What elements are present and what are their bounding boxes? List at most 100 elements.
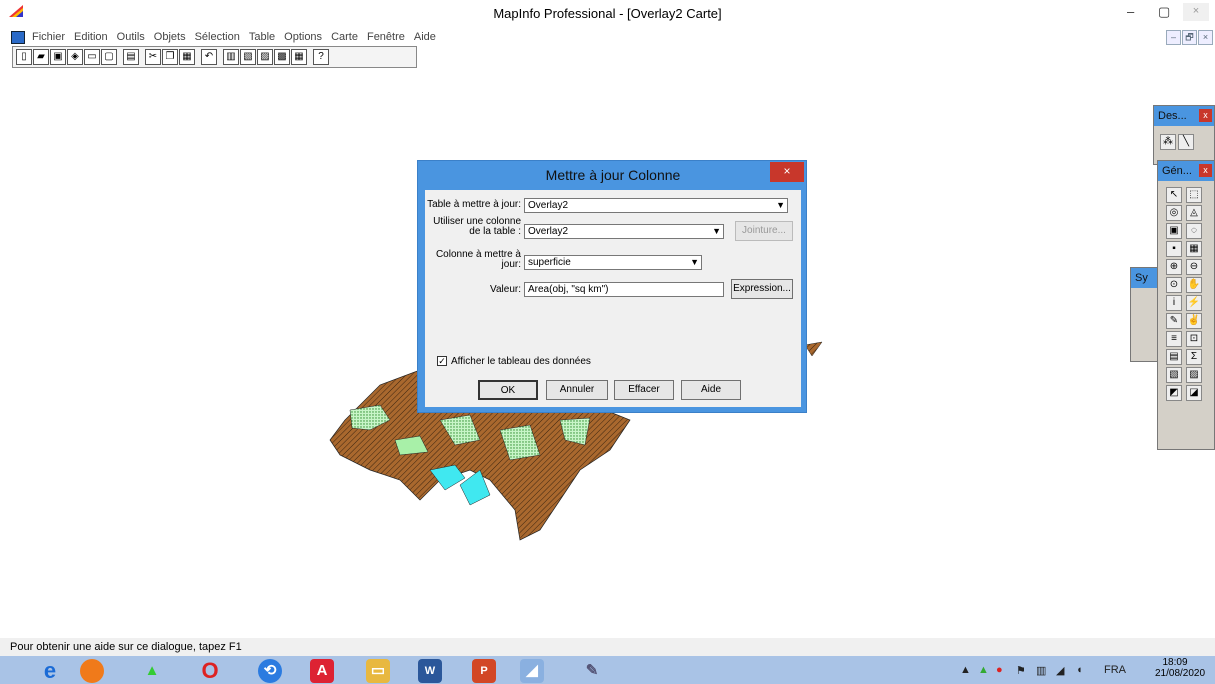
polygon-select-icon[interactable]: ◬	[1186, 205, 1202, 221]
new-grapher-icon[interactable]: ▨	[257, 49, 273, 65]
mdi-close-button[interactable]: ×	[1198, 30, 1213, 45]
help-button[interactable]: Aide	[681, 380, 741, 400]
zoom-in-icon[interactable]: ⊕	[1166, 259, 1182, 275]
print-icon[interactable]: ▤	[123, 49, 139, 65]
change-view-icon[interactable]: ⊙	[1166, 277, 1182, 293]
taskbar: e ▲ O ⟲ A ▭ W P ◢ ✎ ▲ ▲ ● ⚑ ▥ ◢ ◖ FRA 18…	[0, 656, 1215, 684]
menu-edition[interactable]: Edition	[74, 31, 108, 43]
unselect-icon[interactable]: ◌	[1186, 223, 1202, 239]
mdi-restore-button[interactable]: 🗗	[1182, 30, 1197, 45]
new-redistrict-icon[interactable]: ▦	[291, 49, 307, 65]
menu-outils[interactable]: Outils	[117, 31, 145, 43]
menu-carte[interactable]: Carte	[331, 31, 358, 43]
line-tool-icon[interactable]: ╲	[1178, 134, 1194, 150]
radius-select-icon[interactable]: ◎	[1166, 205, 1182, 221]
copy-icon[interactable]: ❐	[162, 49, 178, 65]
zoom-out-icon[interactable]: ⊖	[1186, 259, 1202, 275]
marquee-select-icon[interactable]: ⬚	[1186, 187, 1202, 203]
main-toolbar: ▯ ▰ ▣ ◈ ▭ ▢ ▤ ✂ ❐ ▦ ↶ ▥ ▧ ▨ ▩ ▦ ?	[12, 46, 417, 68]
maximize-button[interactable]: ▢	[1158, 4, 1170, 20]
info-icon[interactable]: i	[1166, 295, 1182, 311]
menu-fenetre[interactable]: Fenêtre	[367, 31, 405, 43]
drag-map-icon[interactable]: ✌	[1186, 313, 1202, 329]
value-input[interactable]: Area(obj, "sq km")	[524, 282, 724, 297]
label-icon[interactable]: ✎	[1166, 313, 1182, 329]
menu-fichier[interactable]: Fichier	[32, 31, 65, 43]
paste-icon[interactable]: ▦	[179, 49, 195, 65]
tray-wifi-icon[interactable]: ◢	[1056, 664, 1064, 677]
word-icon[interactable]: W	[418, 659, 442, 683]
symbol-tool-icon[interactable]: ⁂	[1160, 134, 1176, 150]
tray-shield-icon[interactable]: ●	[996, 664, 1003, 676]
tray-drive-icon[interactable]: ▲	[978, 664, 989, 676]
boundary-select-icon[interactable]: ▣	[1166, 223, 1182, 239]
minimize-button[interactable]: –	[1127, 4, 1134, 19]
tray-date: 21/08/2020	[1155, 668, 1206, 679]
open-folder-icon[interactable]: ▰	[33, 49, 49, 65]
autocad-icon[interactable]: A	[310, 659, 334, 683]
grabber-icon[interactable]: ✋	[1186, 277, 1202, 293]
tray-up-chevron-icon[interactable]: ▲	[960, 664, 971, 676]
dialog-title: Mettre à jour Colonne	[545, 167, 681, 183]
column-to-update-value: superficie	[528, 257, 571, 268]
dialog-close-button[interactable]: ×	[770, 162, 804, 182]
open-workspace-icon[interactable]: ▣	[50, 49, 66, 65]
tray-clock[interactable]: 18:09 21/08/2020	[1155, 657, 1206, 679]
opera-icon[interactable]: O	[198, 659, 222, 683]
symbol-palette-title: Sy	[1135, 272, 1148, 284]
cut-icon[interactable]: ✂	[145, 49, 161, 65]
show-legend-icon[interactable]: ▤	[1166, 349, 1182, 365]
menu-table[interactable]: Table	[249, 31, 275, 43]
invert-select-icon[interactable]: ▪	[1166, 241, 1182, 257]
browse-results-checkbox[interactable]: ✓	[437, 356, 447, 366]
drawing-palette-close[interactable]: x	[1199, 109, 1212, 122]
layer-control-icon[interactable]: ≡	[1166, 331, 1182, 347]
ok-button[interactable]: OK	[478, 380, 538, 400]
teamviewer-icon[interactable]: ⟲	[258, 659, 282, 683]
menu-selection[interactable]: Sélection	[195, 31, 240, 43]
select-icon[interactable]: ↖	[1166, 187, 1182, 203]
mapinfo-taskbar-icon[interactable]: ◢	[520, 659, 544, 683]
menu-objets[interactable]: Objets	[154, 31, 186, 43]
main-palette-close[interactable]: x	[1199, 164, 1212, 177]
close-button[interactable]: ×	[1183, 3, 1209, 21]
help-pointer-icon[interactable]: ?	[313, 49, 329, 65]
new-browser-icon[interactable]: ▥	[223, 49, 239, 65]
menu-aide[interactable]: Aide	[414, 31, 436, 43]
column-to-update-select[interactable]: superficie ▼	[524, 255, 702, 270]
table-to-update-value: Overlay2	[528, 200, 569, 211]
new-layout-icon[interactable]: ▩	[274, 49, 290, 65]
new-file-icon[interactable]: ▯	[16, 49, 32, 65]
tray-language[interactable]: FRA	[1104, 664, 1126, 676]
edge-icon[interactable]: e	[38, 659, 62, 683]
tray-flag-icon[interactable]: ⚑	[1016, 664, 1026, 677]
expression-button[interactable]: Expression...	[731, 279, 793, 299]
cancel-button[interactable]: Annuler	[546, 380, 608, 400]
paint-icon[interactable]: ✎	[580, 659, 604, 683]
save-workspace-icon[interactable]: ▢	[101, 49, 117, 65]
mdi-minimize-button[interactable]: –	[1166, 30, 1181, 45]
legend-designer-icon[interactable]: ◩	[1166, 385, 1182, 401]
powerpoint-icon[interactable]: P	[472, 659, 496, 683]
table-to-update-select[interactable]: Overlay2 ▼	[524, 198, 788, 213]
statistics-icon[interactable]: Σ	[1186, 349, 1202, 365]
save-icon[interactable]: ▭	[84, 49, 100, 65]
firefox-icon[interactable]	[80, 659, 104, 683]
join-button[interactable]: Jointure...	[735, 221, 793, 241]
set-target-icon[interactable]: ▨	[1186, 367, 1202, 383]
tray-network-icon[interactable]: ▥	[1036, 664, 1046, 677]
file-explorer-icon[interactable]: ▭	[366, 659, 390, 683]
graph-select-icon[interactable]: ▦	[1186, 241, 1202, 257]
new-mapper-icon[interactable]: ▧	[240, 49, 256, 65]
tray-volume-icon[interactable]: ◖	[1076, 664, 1083, 676]
undo-icon[interactable]: ↶	[201, 49, 217, 65]
ruler-icon[interactable]: ⊡	[1186, 331, 1202, 347]
clear-button[interactable]: Effacer	[614, 380, 674, 400]
scalebar-icon[interactable]: ◪	[1186, 385, 1202, 401]
menu-options[interactable]: Options	[284, 31, 322, 43]
use-column-select[interactable]: Overlay2 ▼	[524, 224, 724, 239]
hotlink-icon[interactable]: ⚡	[1186, 295, 1202, 311]
open-dbms-icon[interactable]: ◈	[67, 49, 83, 65]
green-triangle-icon[interactable]: ▲	[140, 659, 164, 683]
clip-region-icon[interactable]: ▧	[1166, 367, 1182, 383]
